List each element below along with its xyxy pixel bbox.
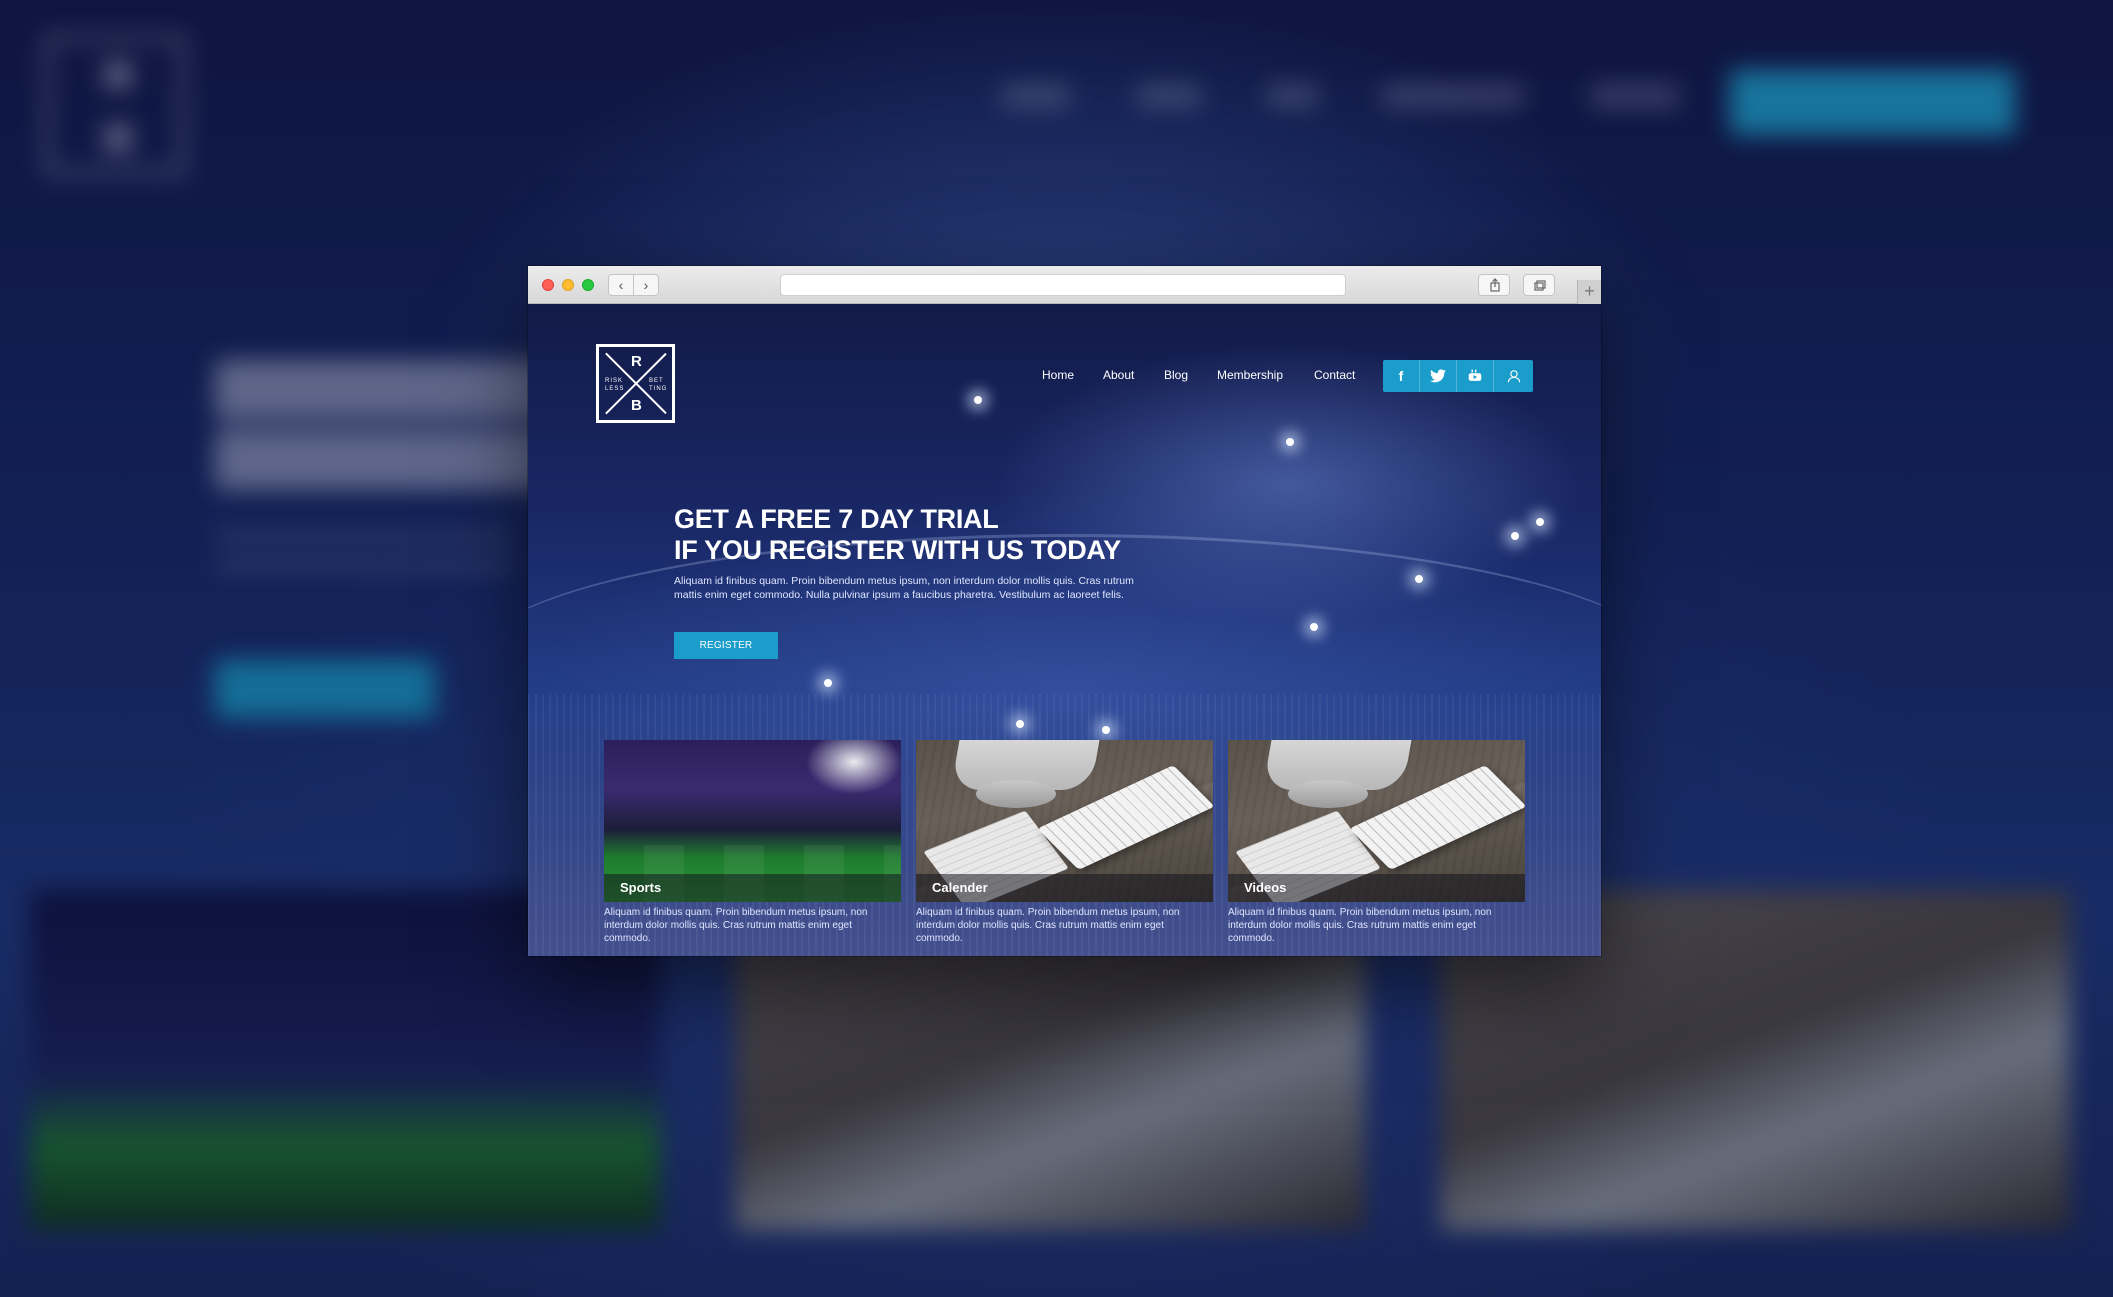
user-icon[interactable] (1494, 360, 1533, 392)
nav-blog[interactable]: Blog (1164, 368, 1188, 382)
stadium-light (1536, 518, 1544, 526)
stadium-light (824, 679, 832, 687)
logo-letter-b: B (631, 397, 642, 414)
twitter-icon[interactable] (1420, 360, 1457, 392)
stadium-light (1286, 438, 1294, 446)
share-icon (1490, 278, 1500, 292)
address-bar[interactable] (780, 274, 1346, 296)
plus-icon: + (1584, 281, 1595, 301)
card-label: Videos (1244, 880, 1287, 895)
stadium-light (1511, 532, 1519, 540)
card-description: Aliquam id finibus quam. Proin bibendum … (916, 907, 1180, 944)
stadium-light (974, 396, 982, 404)
hero-title-line1: GET A FREE 7 DAY TRIAL (674, 504, 999, 534)
card-calender[interactable]: Calender (916, 740, 1213, 902)
nav-membership[interactable]: Membership (1217, 368, 1283, 382)
browser-toolbar: ‹ › + (528, 266, 1601, 304)
hero-title: GET A FREE 7 DAY TRIAL IF YOU REGISTER W… (674, 504, 1121, 566)
stadium-light (1415, 575, 1423, 583)
hero-text: Aliquam id finibus quam. Proin bibendum … (674, 575, 1134, 601)
stadium-light (1102, 726, 1110, 734)
card-videos[interactable]: Videos (1228, 740, 1525, 902)
minimize-window-button[interactable] (562, 279, 574, 291)
card-description: Aliquam id finibus quam. Proin bibendum … (1228, 907, 1492, 944)
forward-button[interactable]: › (633, 274, 659, 296)
nav-home[interactable]: Home (1042, 368, 1074, 382)
card-sports[interactable]: Sports (604, 740, 901, 902)
maximize-window-button[interactable] (582, 279, 594, 291)
new-tab-button[interactable]: + (1577, 280, 1601, 304)
card-label: Calender (932, 880, 988, 895)
show-tabs-button[interactable] (1523, 274, 1555, 296)
nav-contact[interactable]: Contact (1314, 368, 1355, 382)
facebook-icon[interactable]: f (1383, 360, 1420, 392)
chevron-left-icon: ‹ (618, 277, 624, 293)
chevron-right-icon: › (643, 277, 649, 293)
stadium-light (1016, 720, 1024, 728)
back-button[interactable]: ‹ (608, 274, 634, 296)
tabs-icon (1534, 280, 1546, 291)
hero-title-line2: IF YOU REGISTER WITH US TODAY (674, 535, 1121, 565)
register-button[interactable]: REGISTER (674, 632, 778, 659)
close-window-button[interactable] (542, 279, 554, 291)
social-bar: f (1383, 360, 1533, 392)
browser-window: ‹ › + R B RISK LESS BET TING Home About … (528, 266, 1601, 956)
youtube-icon[interactable] (1457, 360, 1494, 392)
stadium-light (1310, 623, 1318, 631)
share-button[interactable] (1478, 274, 1510, 296)
nav-about[interactable]: About (1103, 368, 1134, 382)
card-description: Aliquam id finibus quam. Proin bibendum … (604, 907, 868, 944)
card-label: Sports (620, 880, 662, 895)
website-page: R B RISK LESS BET TING Home About Blog M… (528, 304, 1601, 956)
